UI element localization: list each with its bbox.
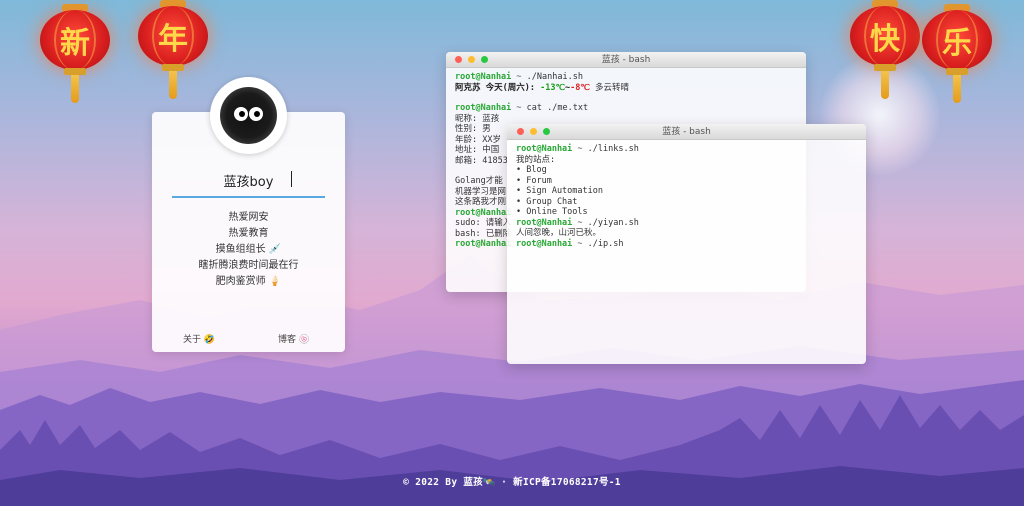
minimize-icon[interactable] xyxy=(530,128,537,135)
text-caret xyxy=(291,171,292,187)
tag-line: 热爱网安 xyxy=(228,212,269,223)
terminal-titlebar[interactable]: 蓝孩 - bash xyxy=(446,52,806,68)
quote-line: 人间忽晚，山河已秋。 xyxy=(516,228,602,238)
terminal-output: root@Nanhai ~ ./links.sh 我的站点: • Blog • … xyxy=(507,140,866,253)
terminal-titlebar[interactable]: 蓝孩 - bash xyxy=(507,124,866,140)
weather-line: 阿克苏 今天(周六): -13℃~-8℃ 多云转晴 xyxy=(455,82,630,93)
footer-copyright[interactable]: © 2022 By 蓝孩🛰️ · 新ICP备17068217号-1 xyxy=(0,474,1024,488)
about-link[interactable]: 关于 🤣 xyxy=(183,332,215,345)
blog-link[interactable]: 博客 🍥 xyxy=(278,332,310,345)
lantern-left-2: 年 xyxy=(138,0,208,100)
maximize-icon[interactable] xyxy=(543,128,550,135)
maximize-icon[interactable] xyxy=(481,56,488,63)
tag-line: 肥肉鉴赏师 🍦 xyxy=(215,276,282,287)
link-item-blog[interactable]: • Blog xyxy=(516,165,857,176)
command-line: root@Nanhai ~ cat ./me.txt xyxy=(455,103,589,113)
name-input[interactable]: 蓝孩boy xyxy=(172,168,325,198)
lantern-left-1: 新 xyxy=(40,4,110,104)
terminal-title: 蓝孩 - bash xyxy=(601,55,651,65)
sites-label: 我的站点: xyxy=(516,154,556,165)
link-item-sign-automation[interactable]: • Sign Automation xyxy=(516,186,857,197)
terminal-title: 蓝孩 - bash xyxy=(662,127,711,137)
command-line: root@Nanhai ~ ./Nanhai.sh xyxy=(455,72,583,82)
close-icon[interactable] xyxy=(455,56,462,63)
command-line: root@Nanhai ~ ./yiyan.sh xyxy=(516,217,639,228)
command-line: root@Nanhai ~ ./links.sh xyxy=(516,144,639,154)
tag-line: 摸鱼组组长 💉 xyxy=(215,244,282,255)
soot-sprite-icon xyxy=(220,87,277,144)
lantern-right-1: 快 xyxy=(850,0,920,100)
tag-line: 瞎折腾浪费时间最在行 xyxy=(198,260,299,271)
info-line: 昵称: 蓝孩 xyxy=(455,113,500,124)
avatar[interactable] xyxy=(210,77,287,154)
profile-tags: 热爱网安 热爱教育 摸鱼组组长 💉 瞎折腾浪费时间最在行 肥肉鉴赏师 🍦 xyxy=(152,210,345,290)
command-line: root@Nanhai ~ ./ip.sh xyxy=(516,238,624,249)
minimize-icon[interactable] xyxy=(468,56,475,63)
link-item-forum[interactable]: • Forum xyxy=(516,176,857,187)
tag-line: 热爱教育 xyxy=(228,228,269,239)
link-item-group-chat[interactable]: • Group Chat xyxy=(516,197,857,208)
terminal-window-links[interactable]: 蓝孩 - bash root@Nanhai ~ ./links.sh 我的站点:… xyxy=(507,124,866,364)
lantern-right-2: 乐 xyxy=(922,4,992,104)
link-item-online-tools[interactable]: • Online Tools xyxy=(516,207,857,218)
close-icon[interactable] xyxy=(517,128,524,135)
